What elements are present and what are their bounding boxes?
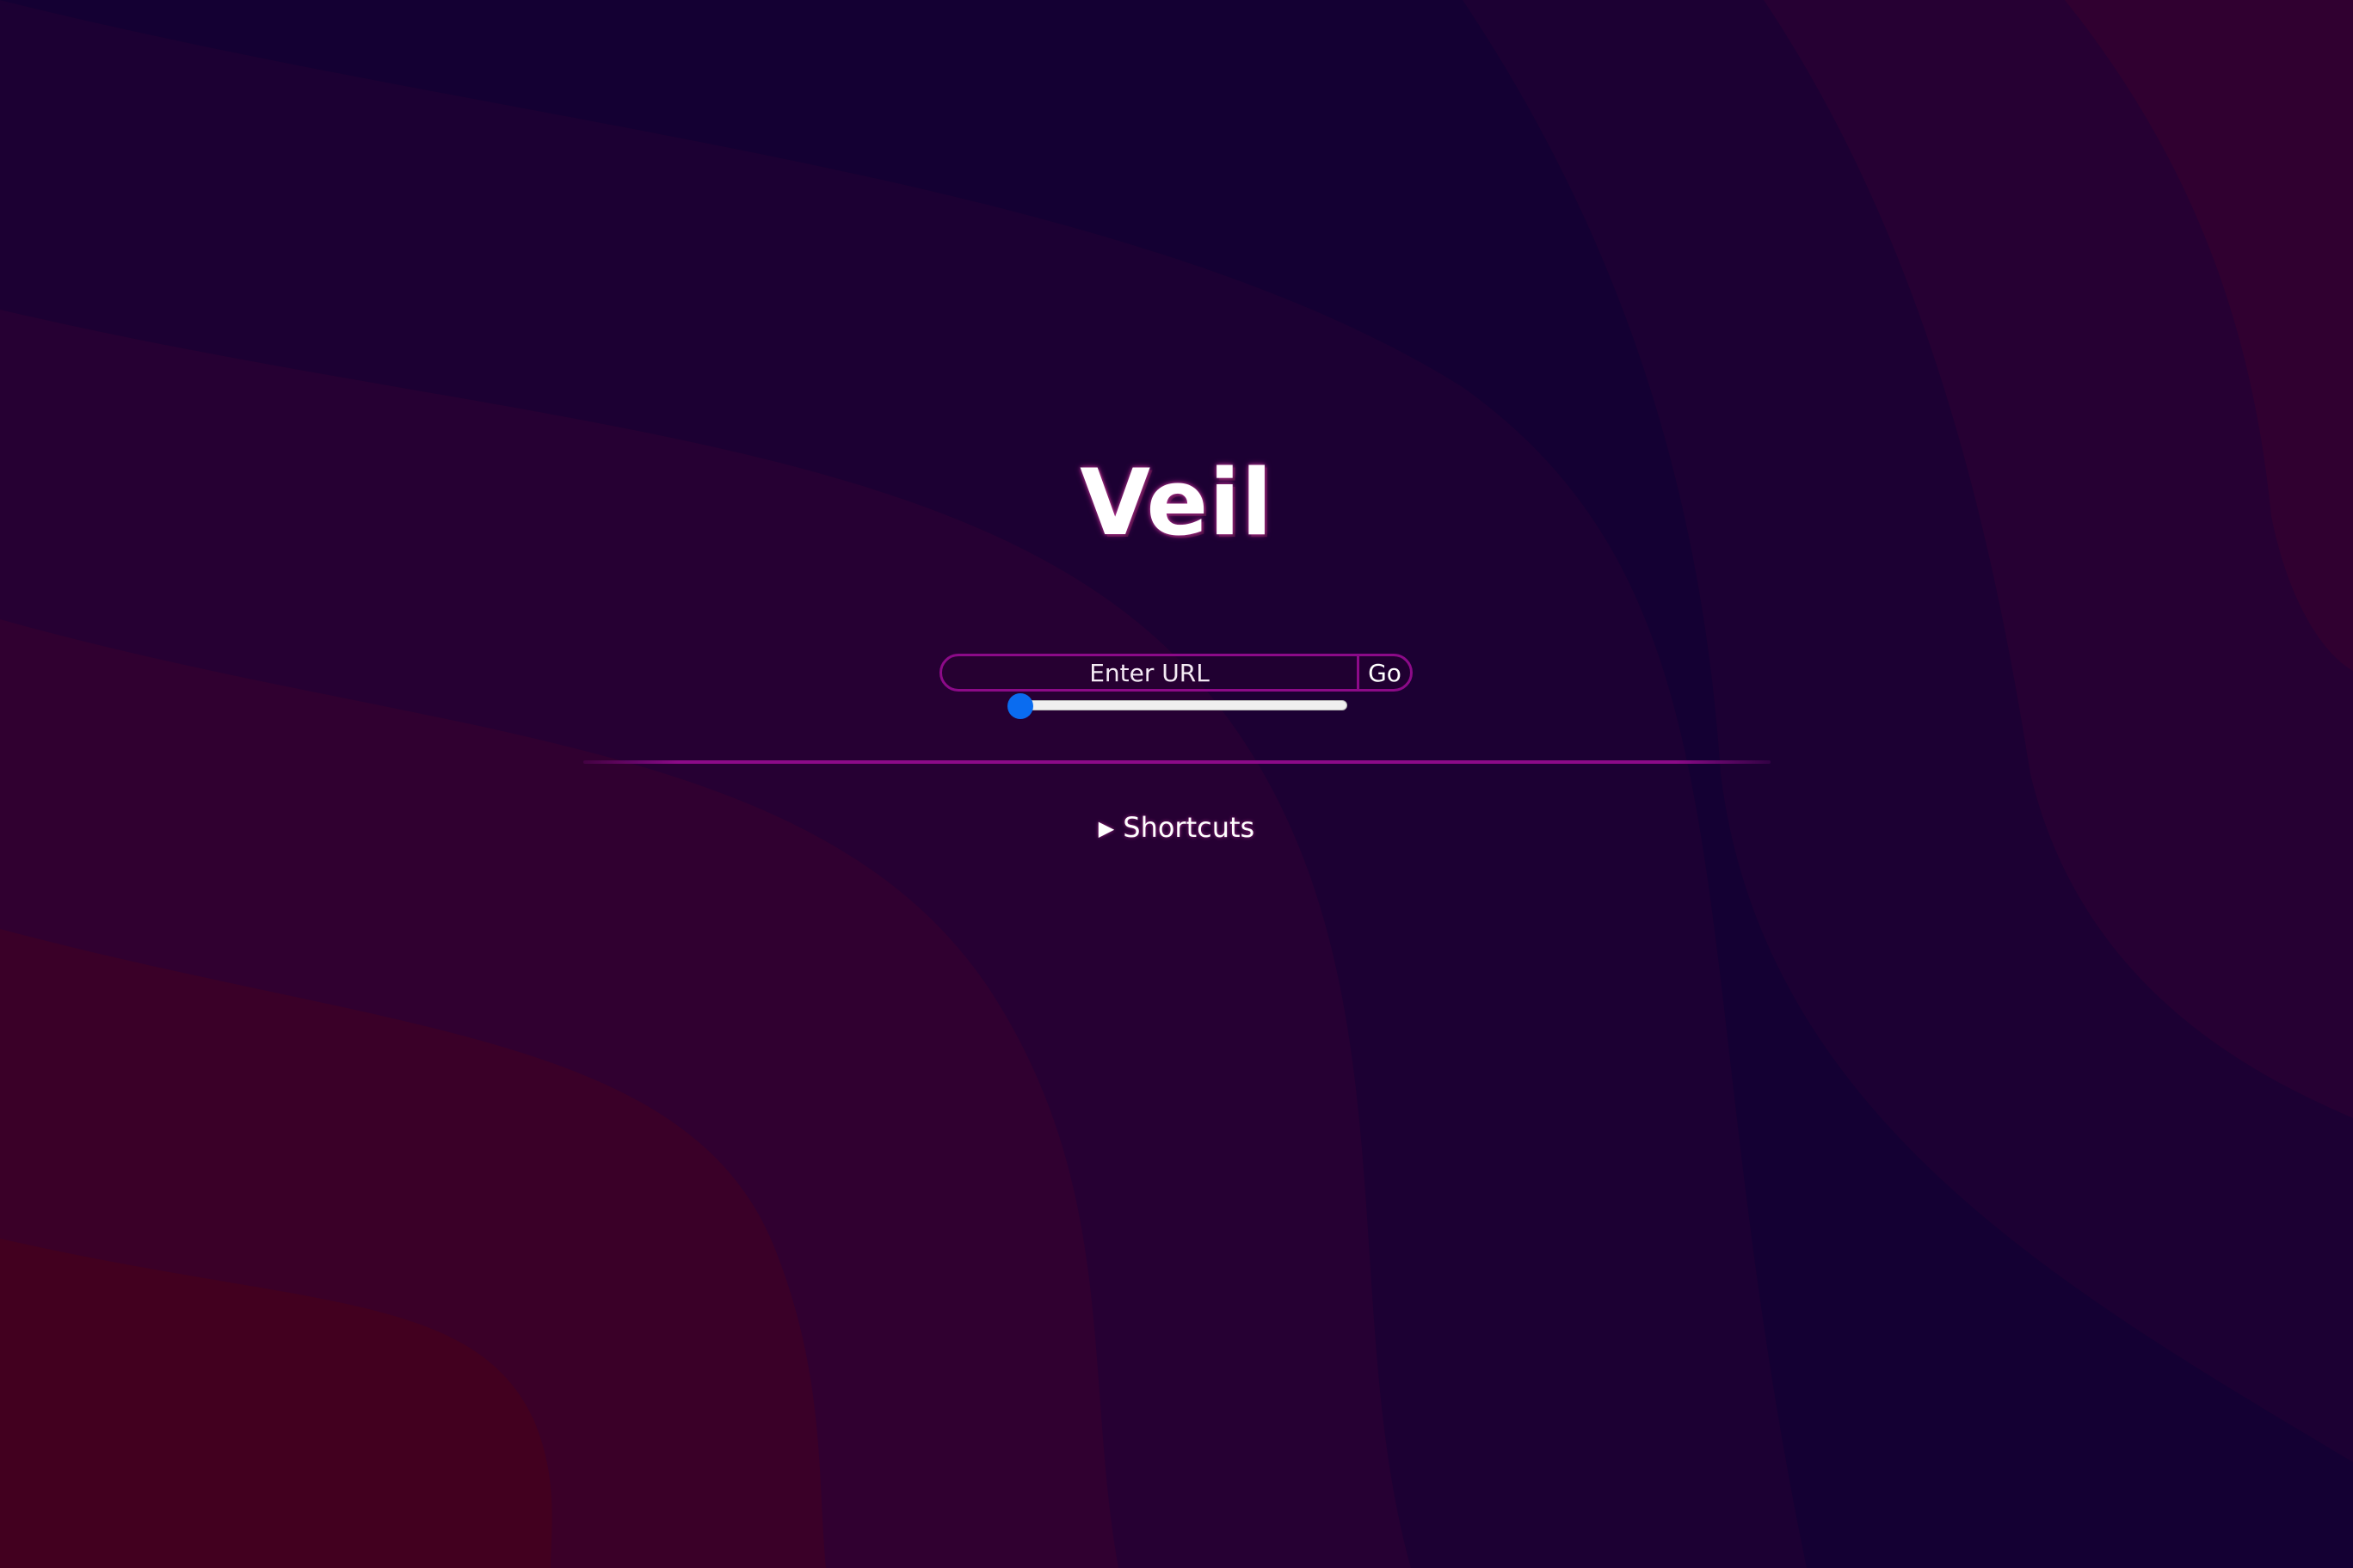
page-title: Veil	[1080, 450, 1273, 556]
shortcuts-label: Shortcuts	[1123, 811, 1255, 844]
main-content: Veil Go ▶ Shortcuts	[0, 0, 2353, 1568]
slider-track[interactable]	[1020, 700, 1347, 710]
triangle-right-icon: ▶	[1098, 816, 1115, 840]
url-bar: Go	[939, 654, 1413, 692]
slider-thumb[interactable]	[1007, 693, 1033, 719]
divider	[583, 760, 1771, 764]
go-button[interactable]: Go	[1357, 656, 1410, 689]
range-slider[interactable]	[1007, 693, 1347, 719]
url-input[interactable]	[942, 656, 1357, 689]
shortcuts-toggle[interactable]: ▶ Shortcuts	[0, 809, 2353, 847]
